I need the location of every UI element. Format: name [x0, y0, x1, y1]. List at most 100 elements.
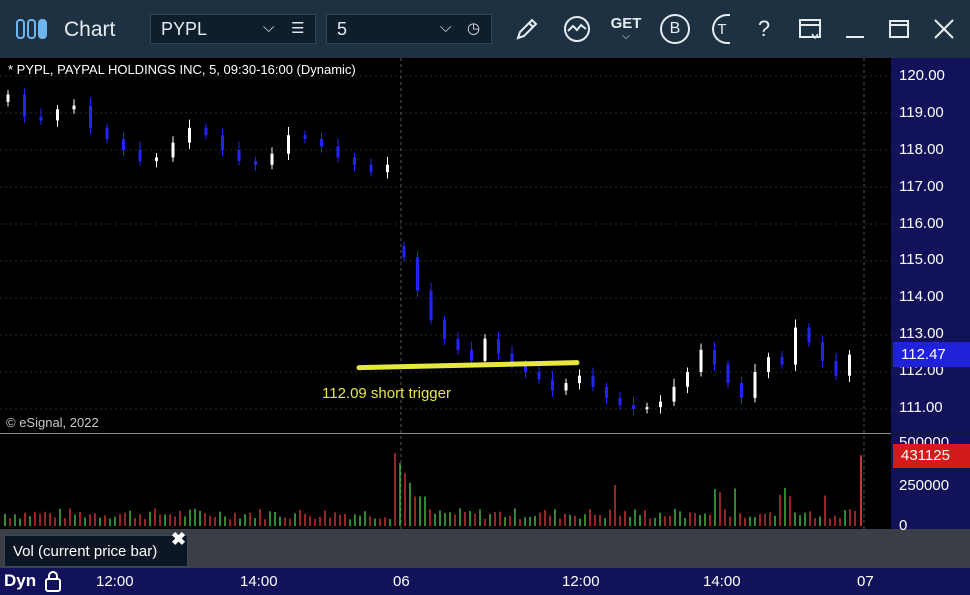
time-axis-label: 06: [393, 573, 410, 590]
candle-body: [618, 397, 622, 406]
candle-body: [645, 407, 649, 410]
candle-body: [122, 138, 125, 150]
time-axis[interactable]: Dyn 12:00 14:00 06 12:00 14:00 07: [0, 568, 970, 595]
candle-body: [320, 138, 323, 147]
volume-study-close-button[interactable]: ✖: [171, 529, 186, 550]
candle-body: [551, 379, 554, 391]
candle-body: [270, 153, 274, 165]
b-label: B: [669, 20, 681, 37]
candle-body: [497, 338, 500, 354]
volume-study-text: Vol (current price bar): [13, 543, 158, 560]
candle-body: [632, 405, 635, 409]
price-panel: [0, 58, 891, 433]
time-axis-label: 07: [857, 573, 874, 590]
help-icon[interactable]: ?: [752, 14, 776, 44]
candle-body: [402, 246, 406, 258]
help-label: ?: [757, 16, 771, 41]
last-price-badge: 112.47: [893, 342, 970, 367]
layout-icon[interactable]: [796, 14, 824, 44]
candle-body: [39, 116, 43, 121]
time-axis-label: 14:00: [240, 573, 278, 590]
candle-body: [470, 349, 473, 361]
candle-body: [303, 135, 307, 139]
get-icon[interactable]: GET ⌵: [608, 12, 644, 46]
chart-area[interactable]: * PYPL, PAYPAL HOLDINGS INC, 5, 09:30-16…: [0, 58, 970, 595]
chart-canvas[interactable]: [0, 58, 970, 595]
volume-axis-label: 0: [899, 517, 908, 534]
candle-body: [807, 327, 811, 343]
symbol-input[interactable]: PYPL ⌵ ☰: [150, 14, 316, 44]
symbol-dropdown-icon[interactable]: ⌵: [263, 19, 274, 36]
chart-legend: * PYPL, PAYPAL HOLDINGS INC, 5, 09:30-16…: [8, 62, 356, 77]
candle-body: [578, 375, 581, 384]
price-axis-label: 116.00: [899, 215, 944, 232]
candle-body: [105, 127, 109, 139]
maximize-icon[interactable]: [886, 14, 912, 44]
candle-body: [429, 290, 433, 321]
candle-body: [591, 375, 595, 387]
clock-icon[interactable]: ◷: [467, 19, 480, 37]
t-icon[interactable]: T: [712, 14, 730, 44]
candle-body: [767, 357, 770, 372]
volume-axis-label: 250000: [899, 477, 950, 494]
interval-dropdown-icon[interactable]: ⌵: [440, 19, 451, 36]
candle-body: [254, 161, 257, 165]
candle-body: [138, 150, 142, 162]
candle-body: [483, 338, 487, 361]
time-axis-label: 14:00: [703, 573, 741, 590]
lock-icon[interactable]: [44, 571, 62, 595]
candle-body: [834, 360, 838, 376]
candle-body: [237, 150, 241, 162]
get-label: GET: [610, 15, 642, 32]
session-mode-label[interactable]: Dyn: [4, 571, 36, 591]
t-label: T: [717, 20, 727, 38]
price-axis-label: 115.00: [899, 251, 944, 268]
volume-study-label[interactable]: Vol (current price bar) ✖: [4, 529, 188, 567]
candle-body: [56, 109, 59, 121]
price-axis-label: 114.00: [899, 288, 944, 305]
price-axis-label: 113.00: [899, 325, 944, 342]
candle-body: [605, 386, 608, 398]
copyright-text: © eSignal, 2022: [6, 415, 99, 430]
window-title: Chart: [64, 18, 116, 41]
b-icon[interactable]: B: [660, 14, 690, 44]
symbol-list-icon[interactable]: ☰: [291, 19, 304, 37]
candle-body: [821, 342, 824, 361]
chart-type-icon[interactable]: [14, 18, 50, 40]
candle-body: [353, 157, 356, 165]
candle-body: [416, 257, 419, 291]
candle-body: [89, 105, 92, 128]
trigger-annotation[interactable]: 112.09 short trigger: [322, 385, 451, 402]
time-axis-label: 12:00: [96, 573, 134, 590]
candle-body: [204, 127, 208, 136]
price-axis-label: 117.00: [899, 178, 944, 195]
time-axis-label: 12:00: [562, 573, 600, 590]
candle-body: [336, 146, 340, 158]
interval-input[interactable]: 5 ⌵ ◷: [326, 14, 492, 44]
candle-body: [713, 349, 716, 365]
candle-body: [386, 164, 389, 173]
price-axis-label: 111.00: [899, 399, 943, 416]
candle-body: [686, 372, 689, 387]
candle-body: [659, 401, 662, 408]
close-icon[interactable]: [930, 14, 958, 44]
draw-pencil-icon[interactable]: [510, 12, 544, 46]
candle-body: [155, 157, 158, 162]
candle-body: [780, 357, 784, 365]
candle-body: [287, 135, 290, 154]
candle-body: [740, 383, 743, 398]
candle-body: [537, 372, 541, 380]
price-axis-label: 118.00: [899, 141, 944, 158]
studies-icon[interactable]: [560, 12, 594, 46]
minimize-icon[interactable]: [842, 14, 868, 44]
candle-body: [794, 327, 797, 365]
candle-body: [456, 338, 460, 350]
candle-body: [726, 364, 730, 384]
candle-body: [221, 135, 224, 150]
candle-body: [72, 105, 76, 110]
candle-body: [23, 94, 26, 117]
symbol-value: PYPL: [161, 19, 208, 39]
candle-body: [188, 127, 191, 143]
candle-body: [171, 142, 175, 158]
candle-body: [443, 320, 446, 339]
